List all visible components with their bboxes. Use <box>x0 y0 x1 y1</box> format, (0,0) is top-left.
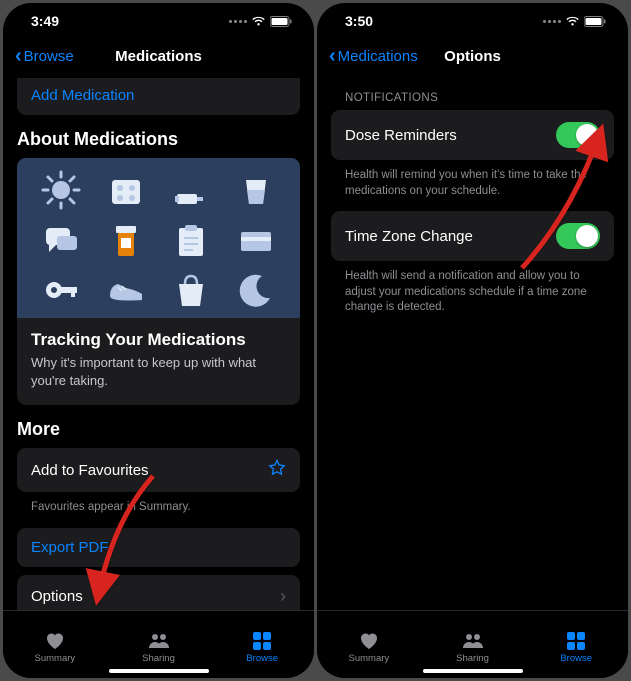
add-medication-button[interactable]: Add Medication <box>17 78 300 115</box>
export-pdf-button[interactable]: Export PDF <box>17 528 300 567</box>
cup-icon <box>234 168 278 212</box>
star-icon <box>268 459 286 481</box>
grid-icon <box>251 631 273 651</box>
status-indicators <box>229 16 292 27</box>
home-indicator[interactable] <box>423 669 523 673</box>
pill-pack-icon <box>104 168 148 212</box>
tracking-card-image <box>17 158 300 318</box>
tab-sharing-label: Sharing <box>456 653 489 664</box>
phone-right-options: 3:50 ‹ Medications Options NOTIFICATIONS… <box>317 3 628 678</box>
battery-icon <box>584 16 606 27</box>
dose-reminders-row: Dose Reminders <box>331 110 614 160</box>
timezone-toggle[interactable] <box>556 223 600 249</box>
options-button[interactable]: Options › <box>17 575 300 610</box>
grid-icon <box>565 631 587 651</box>
bag-icon <box>169 268 213 312</box>
nav-back-button[interactable]: ‹ Browse <box>15 45 74 68</box>
pill-bottle-icon <box>104 218 148 262</box>
card-icon <box>234 218 278 262</box>
chat-icon <box>39 218 83 262</box>
phone-left-medications: 3:49 ‹ Browse Medications Add Medication… <box>3 3 314 678</box>
tab-sharing-label: Sharing <box>142 653 175 664</box>
nav-back-button[interactable]: ‹ Medications <box>329 45 418 68</box>
tab-sharing[interactable]: Sharing <box>107 611 211 678</box>
people-icon <box>148 631 170 651</box>
heart-icon <box>358 631 380 651</box>
more-section-title: More <box>17 419 300 440</box>
status-bar: 3:49 <box>3 3 314 39</box>
tab-sharing[interactable]: Sharing <box>421 611 525 678</box>
dose-reminders-toggle[interactable] <box>556 122 600 148</box>
chevron-left-icon: ‹ <box>329 45 336 68</box>
tab-browse-label: Browse <box>560 653 592 664</box>
about-section-title: About Medications <box>17 129 300 150</box>
clipboard-icon <box>169 218 213 262</box>
options-label: Options <box>31 588 83 605</box>
dose-reminders-label: Dose Reminders <box>345 127 457 144</box>
card-subtitle: Why it's important to keep up with what … <box>31 354 286 389</box>
tab-browse-label: Browse <box>246 653 278 664</box>
tab-summary-label: Summary <box>35 653 76 664</box>
nav-bar: ‹ Medications Options <box>317 39 628 78</box>
nav-bar: ‹ Browse Medications <box>3 39 314 78</box>
timezone-row: Time Zone Change <box>331 211 614 261</box>
favourites-label: Add to Favourites <box>31 462 149 479</box>
status-indicators <box>543 16 606 27</box>
nav-title: Options <box>444 48 501 65</box>
sun-icon <box>39 168 83 212</box>
battery-icon <box>270 16 292 27</box>
tab-browse[interactable]: Browse <box>524 611 628 678</box>
status-bar: 3:50 <box>317 3 628 39</box>
content-area: NOTIFICATIONS Dose Reminders Health will… <box>317 78 628 610</box>
export-pdf-label: Export PDF <box>31 539 109 556</box>
status-time: 3:49 <box>31 13 59 29</box>
tab-bar: Summary Sharing Browse <box>3 610 314 678</box>
home-indicator[interactable] <box>109 669 209 673</box>
nav-title: Medications <box>115 48 202 65</box>
tube-icon <box>169 168 213 212</box>
chevron-left-icon: ‹ <box>15 45 22 68</box>
tab-summary-label: Summary <box>349 653 390 664</box>
nav-back-label: Browse <box>24 48 74 65</box>
tab-summary[interactable]: Summary <box>317 611 421 678</box>
favourites-footer: Favourites appear in Summary. <box>17 500 300 528</box>
chevron-right-icon: › <box>280 586 286 607</box>
card-title: Tracking Your Medications <box>31 330 286 350</box>
tab-bar: Summary Sharing Browse <box>317 610 628 678</box>
people-icon <box>462 631 484 651</box>
status-time: 3:50 <box>345 13 373 29</box>
key-icon <box>39 268 83 312</box>
tab-summary[interactable]: Summary <box>3 611 107 678</box>
add-medication-label: Add Medication <box>31 87 134 104</box>
dose-reminders-footer: Health will remind you when it's time to… <box>331 168 614 211</box>
tracking-card[interactable]: Tracking Your Medications Why it's impor… <box>17 158 300 405</box>
heart-icon <box>44 631 66 651</box>
wifi-icon <box>565 16 580 27</box>
wifi-icon <box>251 16 266 27</box>
timezone-label: Time Zone Change <box>345 228 473 245</box>
add-to-favourites-button[interactable]: Add to Favourites <box>17 448 300 492</box>
shoe-icon <box>104 268 148 312</box>
timezone-footer: Health will send a notification and allo… <box>331 269 614 328</box>
nav-back-label: Medications <box>338 48 418 65</box>
tab-browse[interactable]: Browse <box>210 611 314 678</box>
moon-icon <box>234 268 278 312</box>
content-area: Add Medication About Medications Trackin… <box>3 78 314 610</box>
notifications-header: NOTIFICATIONS <box>331 78 614 110</box>
